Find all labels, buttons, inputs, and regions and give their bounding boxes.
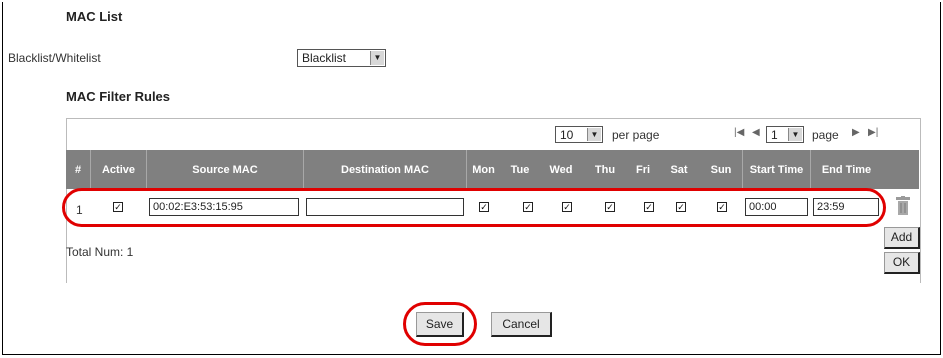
chevron-down-icon: ▼ bbox=[587, 128, 601, 141]
column-header-index: # bbox=[74, 163, 82, 176]
previous-page-icon[interactable]: ◀ bbox=[752, 127, 760, 138]
add-button[interactable]: Add bbox=[884, 227, 920, 249]
column-header-start-time: Start Time bbox=[749, 163, 804, 176]
mode-select[interactable]: Blacklist ▼ bbox=[297, 49, 386, 67]
highlight-row-oval bbox=[62, 188, 886, 227]
column-header-mon: Mon bbox=[472, 163, 495, 176]
chevron-down-icon: ▼ bbox=[788, 128, 802, 141]
column-header-active: Active bbox=[101, 163, 136, 176]
mode-label: Blacklist/Whitelist bbox=[8, 51, 101, 65]
rules-heading: MAC Filter Rules bbox=[66, 89, 171, 104]
page-label: page bbox=[812, 128, 839, 142]
mac-list-heading: MAC List bbox=[66, 9, 123, 24]
trash-icon[interactable] bbox=[895, 196, 911, 216]
page-select[interactable]: 1 ▼ bbox=[766, 126, 804, 143]
column-header-destination-mac: Destination MAC bbox=[341, 163, 429, 176]
column-header-fri: Fri bbox=[635, 163, 651, 176]
ok-button[interactable]: OK bbox=[884, 252, 920, 274]
per-page-value: 10 bbox=[560, 128, 574, 142]
last-page-icon[interactable]: ▶| bbox=[868, 127, 878, 138]
total-num-label: Total Num: 1 bbox=[66, 245, 134, 259]
column-header-sat: Sat bbox=[670, 163, 688, 176]
per-page-select[interactable]: 10 ▼ bbox=[555, 126, 603, 143]
column-header-tue: Tue bbox=[510, 163, 530, 176]
column-header-wed: Wed bbox=[549, 163, 573, 176]
first-page-icon[interactable]: |◀ bbox=[734, 127, 744, 138]
column-header-thu: Thu bbox=[594, 163, 616, 176]
mode-select-value: Blacklist bbox=[302, 51, 347, 65]
per-page-label: per page bbox=[612, 128, 660, 142]
cancel-button[interactable]: Cancel bbox=[491, 312, 552, 337]
column-header-source-mac: Source MAC bbox=[192, 163, 258, 176]
column-header-sun: Sun bbox=[710, 163, 732, 176]
next-page-icon[interactable]: ▶ bbox=[852, 127, 860, 138]
page-value: 1 bbox=[771, 128, 778, 142]
column-header-end-time: End Time bbox=[821, 163, 872, 176]
chevron-down-icon: ▼ bbox=[370, 51, 384, 65]
highlight-save-oval bbox=[403, 302, 477, 346]
